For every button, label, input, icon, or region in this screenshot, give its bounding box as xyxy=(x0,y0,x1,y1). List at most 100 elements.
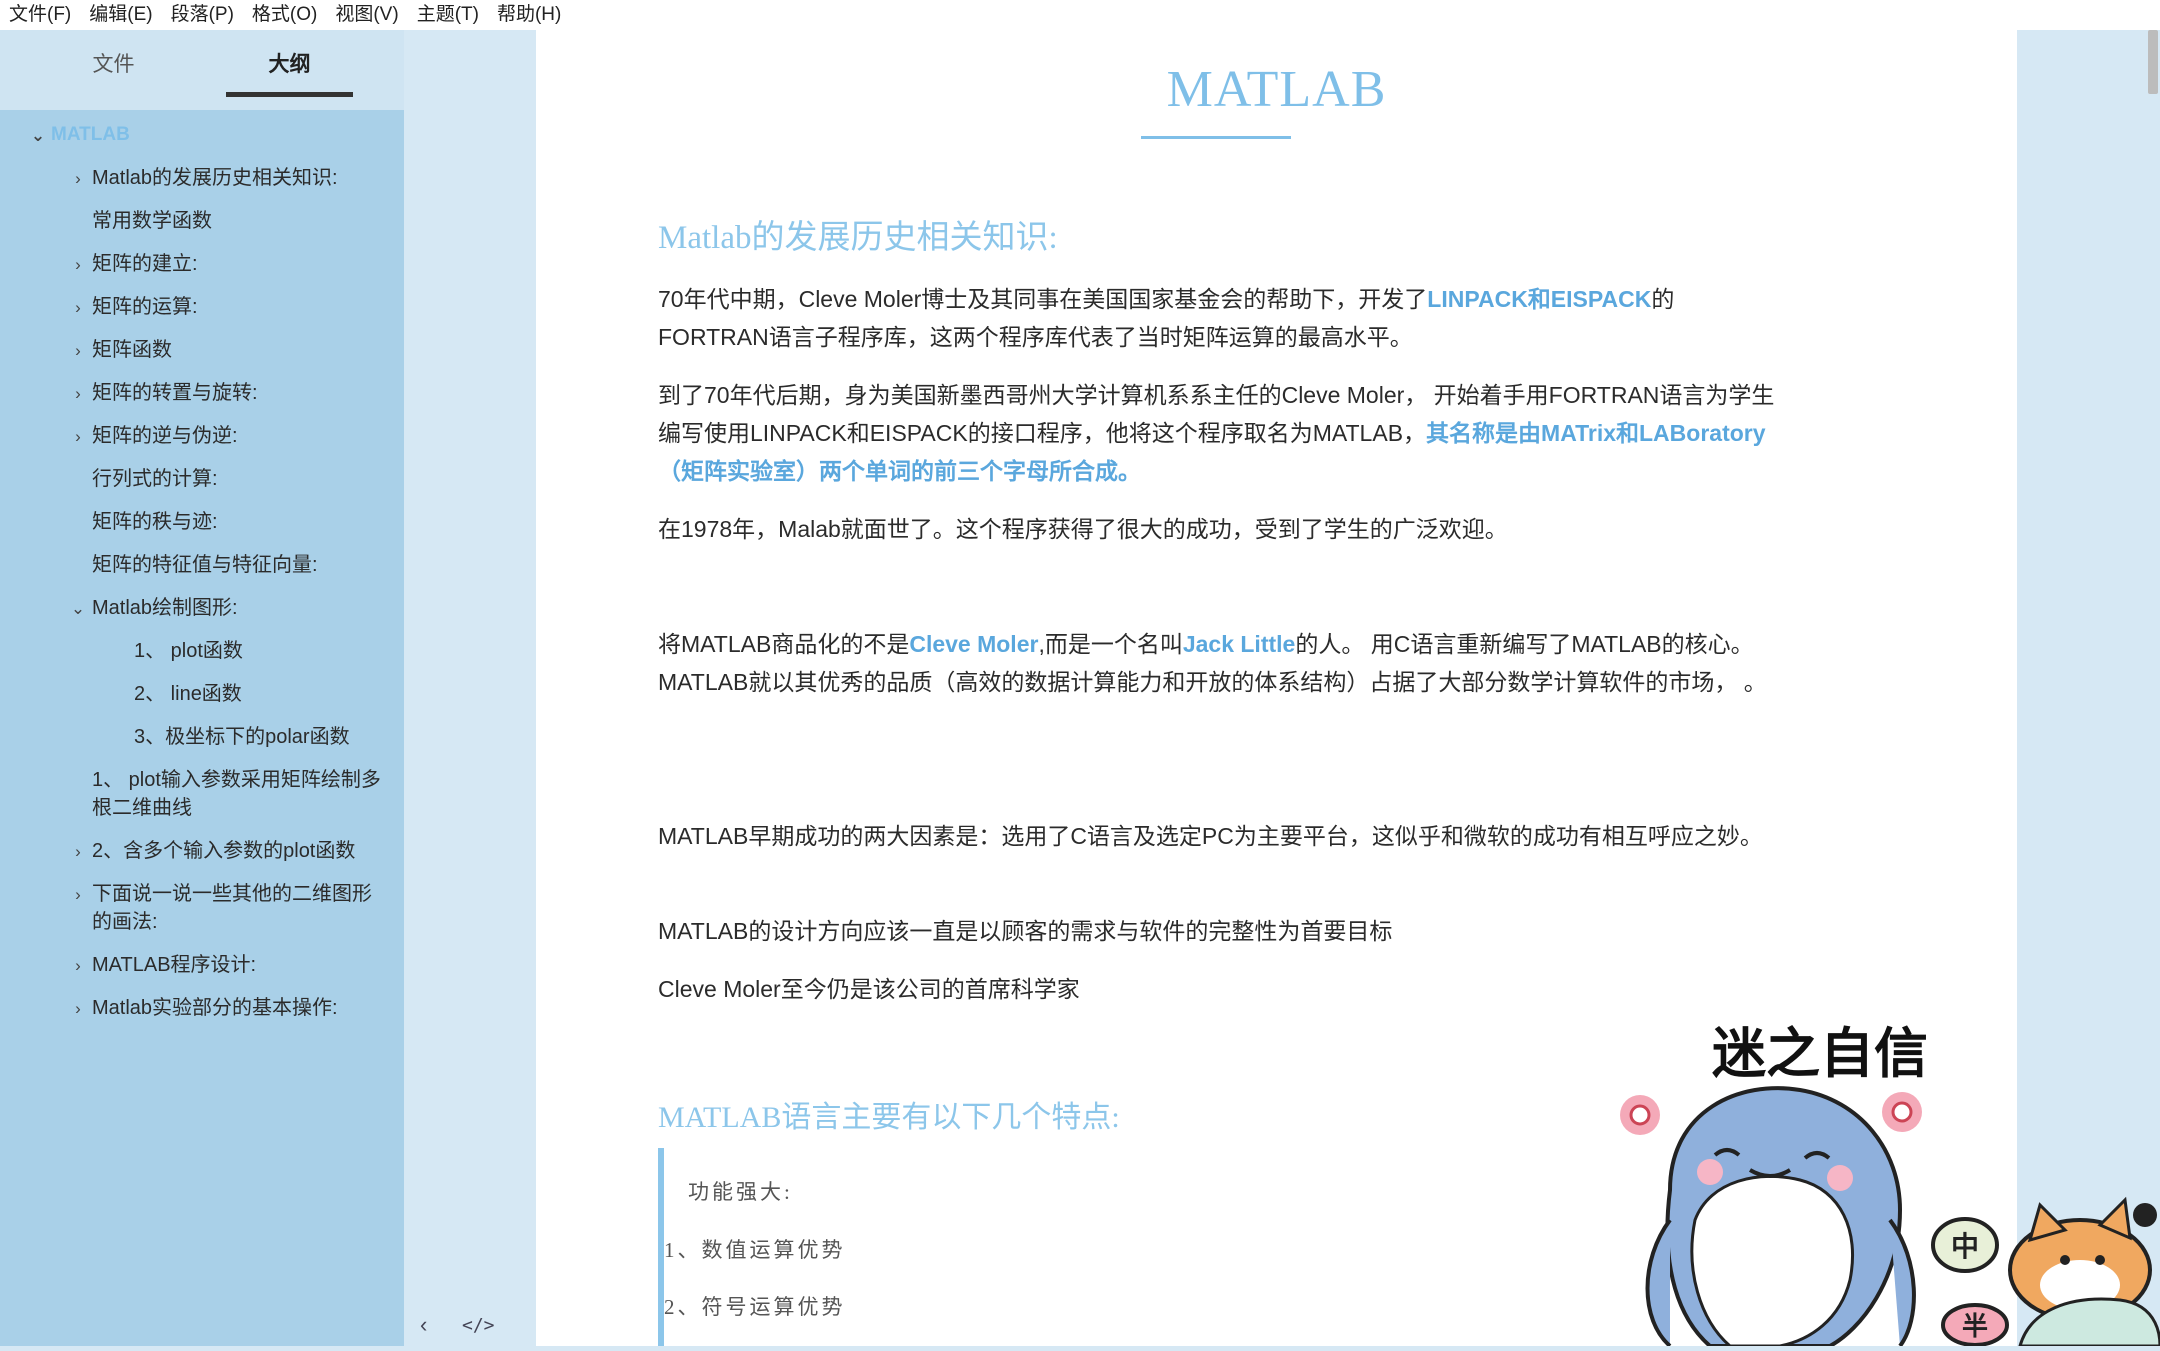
outline-item[interactable]: › Matlab的发展历史相关知识: xyxy=(0,157,404,200)
paragraph-3: 在1978年，Malab就面世了。这个程序获得了很大的成功，受到了学生的广泛欢迎… xyxy=(658,516,1508,542)
chevron-right-icon[interactable]: › xyxy=(70,251,86,279)
badge-text: 半 xyxy=(1962,1312,1988,1342)
tab-files[interactable]: 文件 xyxy=(50,30,177,110)
chevron-right-icon[interactable]: › xyxy=(70,165,86,193)
outline-item-label: Matlab实验部分的基本操作: xyxy=(92,997,338,1019)
outline-item-label: 1、 plot函数 xyxy=(134,640,243,662)
paragraph-7: Cleve Moler至今仍是该公司的首席科学家 xyxy=(658,976,1080,1002)
menu-edit[interactable]: 编辑(E) xyxy=(80,0,161,30)
highlight-text: LINPACK和EISPACK xyxy=(1427,286,1652,312)
outline-item[interactable]: 常用数学函数 xyxy=(0,200,404,243)
sidebar-gutter: ‹ </> xyxy=(404,30,536,1346)
outline-item[interactable]: › 矩阵的逆与伪逆: xyxy=(0,415,404,458)
outline-subitem[interactable]: 2、 line函数 xyxy=(0,673,404,716)
outline-item-label: 矩阵函数 xyxy=(92,339,172,361)
chevron-down-icon[interactable]: ⌄ xyxy=(30,122,46,150)
outline-item[interactable]: 1、 plot输入参数采用矩阵绘制多根二维曲线 xyxy=(0,759,404,830)
outline-subitem[interactable]: 1、 plot函数 xyxy=(0,630,404,673)
sticker-caption: 迷之自信 xyxy=(1712,1022,1928,1085)
outline-item-label: 矩阵的转置与旋转: xyxy=(92,382,258,404)
flower-icon xyxy=(1882,1092,1922,1132)
chevron-right-icon[interactable]: › xyxy=(70,337,86,365)
blockquote-line: 功能强大: xyxy=(688,1180,793,1204)
paragraph-text: ,而是一个名叫 xyxy=(1038,631,1183,657)
heading-features: MATLAB语言主要有以下几个特点: xyxy=(658,1101,1120,1134)
outline-item[interactable]: › MATLAB程序设计: xyxy=(0,944,404,987)
active-tab-indicator xyxy=(226,92,353,97)
highlight-text: Cleve Moler xyxy=(909,631,1039,657)
outline-item-label: 常用数学函数 xyxy=(92,210,212,232)
menu-paragraph[interactable]: 段落(P) xyxy=(162,0,243,30)
chevron-right-icon[interactable]: › xyxy=(70,380,86,408)
outline-item-label: 矩阵的特征值与特征向量: xyxy=(92,554,318,576)
outline-item[interactable]: 矩阵的秩与迹: xyxy=(0,501,404,544)
chevron-right-icon[interactable]: › xyxy=(70,952,86,980)
outline-item-label: 矩阵的逆与伪逆: xyxy=(92,425,238,447)
outline-item[interactable]: 行列式的计算: xyxy=(0,458,404,501)
highlight-text: Jack Little xyxy=(1182,631,1296,657)
heading-history: Matlab的发展历史相关知识: xyxy=(658,220,1058,256)
dolphin-cat-sticker-icon: 迷之自信 中 半 xyxy=(1620,1022,2160,1348)
outline-item-root[interactable]: ⌄ MATLAB xyxy=(0,114,404,157)
outline-item[interactable]: › 2、含多个输入参数的plot函数 xyxy=(0,830,404,873)
outline-item[interactable]: › 下面说一说一些其他的二维图形的画法: xyxy=(0,873,404,944)
chevron-right-icon[interactable]: › xyxy=(70,838,86,866)
chevron-right-icon[interactable]: › xyxy=(70,995,86,1023)
scrollbar-thumb[interactable] xyxy=(2148,30,2158,94)
menu-format[interactable]: 格式(O) xyxy=(243,0,326,30)
chevron-right-icon[interactable]: › xyxy=(70,294,86,322)
outline-subitem[interactable]: 3、极坐标下的polar函数 xyxy=(0,716,404,759)
flower-icon xyxy=(1620,1095,1660,1135)
outline-item-label: 2、含多个输入参数的plot函数 xyxy=(92,840,356,862)
source-code-mode-icon[interactable]: </> xyxy=(462,1315,495,1336)
menu-bar: 文件(F) 编辑(E) 段落(P) 格式(O) 视图(V) 主题(T) 帮助(H… xyxy=(0,0,2160,30)
outline-item[interactable]: › 矩阵的建立: xyxy=(0,243,404,286)
title-underline xyxy=(1141,136,1291,139)
outline-item-label: 矩阵的运算: xyxy=(92,296,198,318)
outline-item-label: MATLAB程序设计: xyxy=(92,954,257,976)
chevron-down-icon[interactable]: ⌄ xyxy=(70,595,86,623)
paragraph-2: 到了70年代后期，身为美国新墨西哥州大学计算机系系主任的Cleve Moler，… xyxy=(658,376,1778,490)
menu-file[interactable]: 文件(F) xyxy=(0,0,80,30)
outline-item[interactable]: › Matlab实验部分的基本操作: xyxy=(0,987,404,1030)
sticker-illustration: 迷之自信 中 半 xyxy=(1600,1020,2160,1348)
outline-item[interactable]: ⌄ Matlab绘制图形: xyxy=(0,587,404,630)
menu-theme[interactable]: 主题(T) xyxy=(408,0,488,30)
collapse-sidebar-icon[interactable]: ‹ xyxy=(420,1312,427,1338)
chevron-right-icon[interactable]: › xyxy=(70,881,86,909)
tab-outline[interactable]: 大纲 xyxy=(226,30,353,110)
outline-item[interactable]: 矩阵的特征值与特征向量: xyxy=(0,544,404,587)
sidebar-tabs: 文件 大纲 xyxy=(0,30,404,110)
paragraph-6: MATLAB的设计方向应该一直是以顾客的需求与软件的完整性为首要目标 xyxy=(658,918,1393,944)
outline-item-label: 2、 line函数 xyxy=(134,683,242,705)
outline-item-label: 3、极坐标下的polar函数 xyxy=(134,726,350,748)
menu-view[interactable]: 视图(V) xyxy=(326,0,407,30)
outline-item-label: MATLAB xyxy=(51,124,130,145)
outline-item[interactable]: › 矩阵函数 xyxy=(0,329,404,372)
outline-item[interactable]: › 矩阵的转置与旋转: xyxy=(0,372,404,415)
paragraph-4: 将MATLAB商品化的不是Cleve Moler,而是一个名叫Jack Litt… xyxy=(658,625,1778,701)
paragraph-text: 70年代中期，Cleve Moler博士及其同事在美国国家基金会的帮助下，开发了 xyxy=(658,286,1428,312)
paragraph-1: 70年代中期，Cleve Moler博士及其同事在美国国家基金会的帮助下，开发了… xyxy=(658,280,1778,356)
outline-item-label: 矩阵的建立: xyxy=(92,253,198,275)
sidebar: 文件 大纲 ⌄ MATLAB › Matlab的发展历史相关知识: 常用数学函数 › 矩阵的… xyxy=(0,30,404,1346)
blockquote-line: 2、符号运算优势 xyxy=(664,1295,846,1319)
outline-item-label: 矩阵的秩与迹: xyxy=(92,511,218,533)
outline-item-label: 下面说一说一些其他的二维图形的画法: xyxy=(92,883,372,933)
outline-item-label: Matlab的发展历史相关知识: xyxy=(92,167,338,189)
blockquote: 功能强大: 1、数值运算优势 2、符号运算优势 xyxy=(658,1148,1588,1346)
badge-text: 中 xyxy=(1951,1230,1979,1263)
doc-title: MATLAB xyxy=(1166,61,1387,118)
outline-item-label: 行列式的计算: xyxy=(92,468,218,490)
outline-item[interactable]: › 矩阵的运算: xyxy=(0,286,404,329)
badge-icon: 半 xyxy=(1941,1303,2009,1347)
chevron-right-icon[interactable]: › xyxy=(70,423,86,451)
menu-help[interactable]: 帮助(H) xyxy=(488,0,570,30)
blockquote-line: 1、数值运算优势 xyxy=(664,1238,846,1262)
paragraph-text: 将MATLAB商品化的不是 xyxy=(658,631,910,657)
outline-tree: ⌄ MATLAB › Matlab的发展历史相关知识: 常用数学函数 › 矩阵的建立: › 矩阵… xyxy=(0,110,404,1030)
badge-icon: 中 xyxy=(1931,1217,1999,1273)
outline-item-label: Matlab绘制图形: xyxy=(92,597,238,619)
paragraph-5: MATLAB早期成功的两大因素是：选用了C语言及选定PC为主要平台，这似乎和微软… xyxy=(658,823,1763,849)
outline-item-label: 1、 plot输入参数采用矩阵绘制多根二维曲线 xyxy=(92,769,381,819)
